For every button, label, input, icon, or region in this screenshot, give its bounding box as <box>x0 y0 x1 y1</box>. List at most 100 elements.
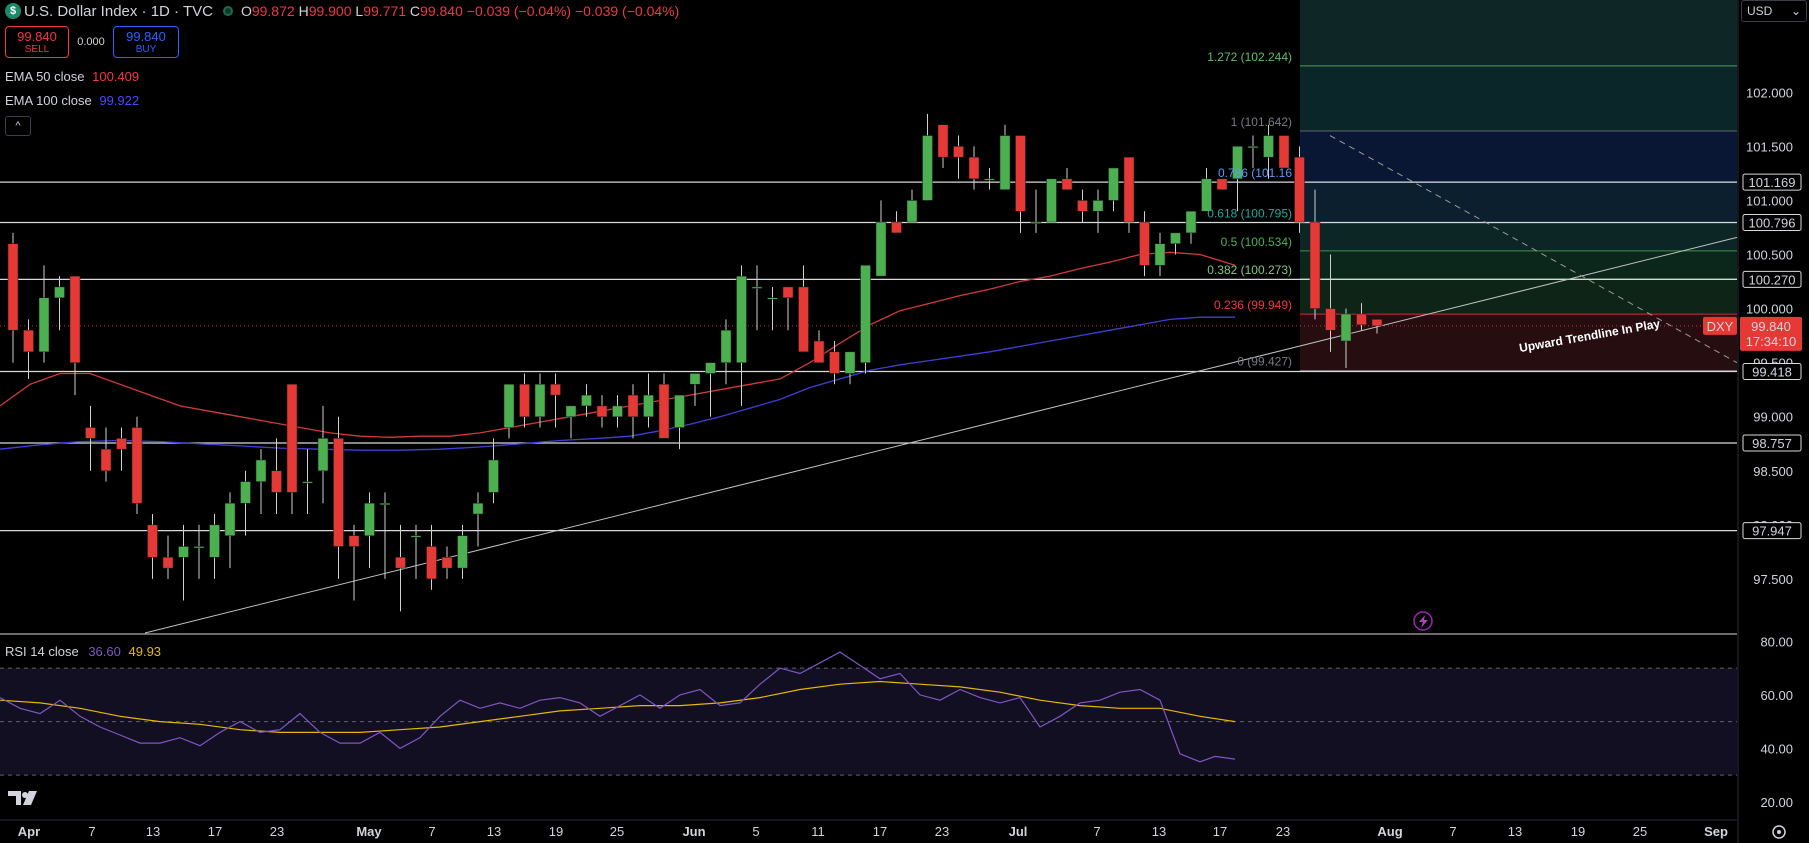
candle <box>1077 189 1088 223</box>
candle <box>844 351 856 385</box>
candle-body <box>984 178 995 181</box>
candle <box>503 384 515 439</box>
symbol-title[interactable]: U.S. Dollar Index · 1D · TVC <box>24 3 213 20</box>
candle <box>1108 167 1119 212</box>
candle <box>658 373 670 439</box>
candle-body <box>1185 210 1197 234</box>
candle-body <box>23 329 34 353</box>
time-tick-label: Sep <box>1704 824 1728 839</box>
level-price-tag: 101.169 <box>1742 173 1802 191</box>
ohlc-values: O99.872 H99.900 L99.771 C99.840 −0.039 (… <box>241 3 679 19</box>
price-tick-label: 102.000 <box>1746 85 1793 100</box>
candle <box>1201 167 1212 212</box>
candle-body <box>488 459 499 493</box>
candle <box>209 514 220 579</box>
rsi-tick-label: 80.00 <box>1760 634 1793 649</box>
countdown-text: 17:34:10 <box>1746 334 1797 349</box>
candle <box>348 524 360 601</box>
time-tick-label: 13 <box>146 824 160 839</box>
candle-body <box>193 546 205 549</box>
candle-body <box>7 243 19 331</box>
dollar-logo-icon: $ <box>5 3 21 19</box>
ohlc-open-label: O <box>240 3 252 19</box>
candle <box>829 341 840 385</box>
candle-body <box>519 384 530 417</box>
candle-body <box>69 275 81 363</box>
candle-body <box>1015 135 1026 212</box>
candle-body <box>271 470 282 493</box>
candle <box>1170 232 1181 255</box>
legend-ema50[interactable]: EMA 50 close 100.409 <box>5 69 139 84</box>
candle-body <box>751 286 763 289</box>
currency-label: USD <box>1747 4 1773 18</box>
price-tick-label: 100.000 <box>1746 302 1793 317</box>
candle <box>782 286 794 331</box>
candle-body <box>643 394 654 417</box>
candle <box>860 265 871 374</box>
candle <box>612 395 623 428</box>
candle <box>813 330 825 363</box>
candle-body <box>782 286 794 299</box>
candle-body <box>302 481 313 484</box>
ema50-value: 100.409 <box>92 69 140 84</box>
candle <box>240 470 251 536</box>
candle-body <box>1340 313 1352 342</box>
level-price-tag: 100.796 <box>1742 213 1802 231</box>
candle <box>1092 189 1104 233</box>
candle <box>147 514 158 579</box>
candle <box>767 286 778 331</box>
spread-value: 0.000 <box>77 36 105 48</box>
candle <box>891 211 902 234</box>
candle <box>271 438 282 515</box>
candle <box>720 319 732 385</box>
candle-body <box>813 340 825 363</box>
candle-body <box>1356 313 1367 326</box>
candle-body <box>426 546 437 580</box>
candle-body <box>1154 243 1166 266</box>
level-price-tag: 99.418 <box>1742 363 1802 381</box>
candle <box>286 384 298 515</box>
time-tick-label: 19 <box>1571 824 1585 839</box>
candle <box>534 373 546 428</box>
ema100-value: 99.922 <box>99 93 140 108</box>
fib-band <box>1300 222 1737 251</box>
currency-select[interactable]: USD ⌄ <box>1741 0 1807 22</box>
buy-button[interactable]: 99.840 BUY <box>113 26 179 58</box>
time-tick-label: 13 <box>1152 824 1166 839</box>
candle-body <box>286 384 298 493</box>
candle <box>457 524 468 579</box>
ohlc-close-label: C <box>409 3 421 19</box>
time-tick-label: 25 <box>1633 824 1647 839</box>
level-tag-text: 101.169 <box>1749 175 1796 190</box>
chart-canvas[interactable]: 1.272 (102.244) 1 (101.642) 0.786 (101.16 0… <box>0 0 1809 843</box>
candle-body <box>1216 178 1228 190</box>
collapse-legend-button[interactable]: ^ <box>5 116 31 136</box>
time-tick-label: 19 <box>549 824 563 839</box>
flash-icon <box>1413 611 1433 631</box>
candle <box>162 535 174 579</box>
candle-body <box>860 265 871 363</box>
candle-body <box>85 427 96 439</box>
price-tick-label: 98.500 <box>1753 464 1793 479</box>
fib-band <box>1300 279 1737 315</box>
candle <box>984 167 995 190</box>
ohlc-low-value: 99.771 <box>363 3 407 19</box>
candle-body <box>38 297 50 353</box>
candle <box>627 384 639 439</box>
candle <box>643 373 654 428</box>
time-tick-label: 13 <box>487 824 501 839</box>
legend-ema100[interactable]: EMA 100 close 99.922 <box>5 93 139 108</box>
candle-body <box>1092 200 1104 212</box>
candle <box>674 394 685 450</box>
candle <box>1061 167 1073 190</box>
candle-body <box>937 124 949 158</box>
legend-rsi[interactable]: RSI 14 close 36.60 49.93 <box>5 644 161 659</box>
candle <box>565 405 577 439</box>
sell-button[interactable]: 99.840 SELL <box>5 26 69 58</box>
candle-body <box>534 384 546 417</box>
candle <box>937 124 949 168</box>
candle-body <box>240 481 251 504</box>
fib-band <box>1300 131 1737 183</box>
candle-body <box>255 459 267 482</box>
candle <box>875 200 887 277</box>
